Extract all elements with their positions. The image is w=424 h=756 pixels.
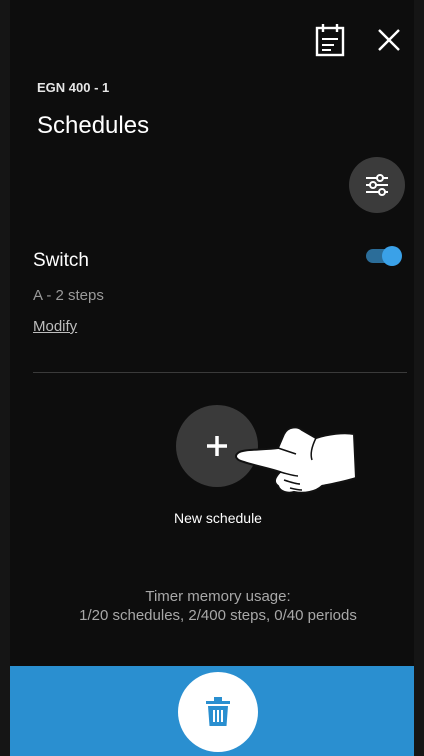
memory-details: 1/20 schedules, 2/400 steps, 0/40 period… xyxy=(79,607,357,624)
calendar-button[interactable] xyxy=(310,20,350,60)
schedule-subtitle: A - 2 steps xyxy=(33,287,104,304)
filter-button[interactable] xyxy=(349,157,405,213)
close-button[interactable] xyxy=(371,22,407,58)
schedule-toggle[interactable] xyxy=(366,246,404,266)
divider xyxy=(33,372,407,373)
trash-icon xyxy=(206,697,230,726)
delete-button[interactable] xyxy=(178,672,258,752)
memory-usage: Timer memory usage: 1/20 schedules, 2/40… xyxy=(0,587,424,625)
calendar-icon xyxy=(315,24,345,57)
sliders-icon xyxy=(366,174,388,196)
plus-icon xyxy=(207,436,227,456)
close-icon xyxy=(378,29,400,51)
device-name: EGN 400 - 1 xyxy=(37,80,110,95)
memory-heading: Timer memory usage: xyxy=(145,588,291,605)
pointing-hand-icon xyxy=(235,426,358,494)
page-title: Schedules xyxy=(37,112,150,139)
toggle-knob xyxy=(382,246,402,266)
modify-link[interactable]: Modify xyxy=(33,318,77,335)
schedule-name: Switch xyxy=(33,250,89,271)
new-schedule-label: New schedule xyxy=(174,510,262,526)
